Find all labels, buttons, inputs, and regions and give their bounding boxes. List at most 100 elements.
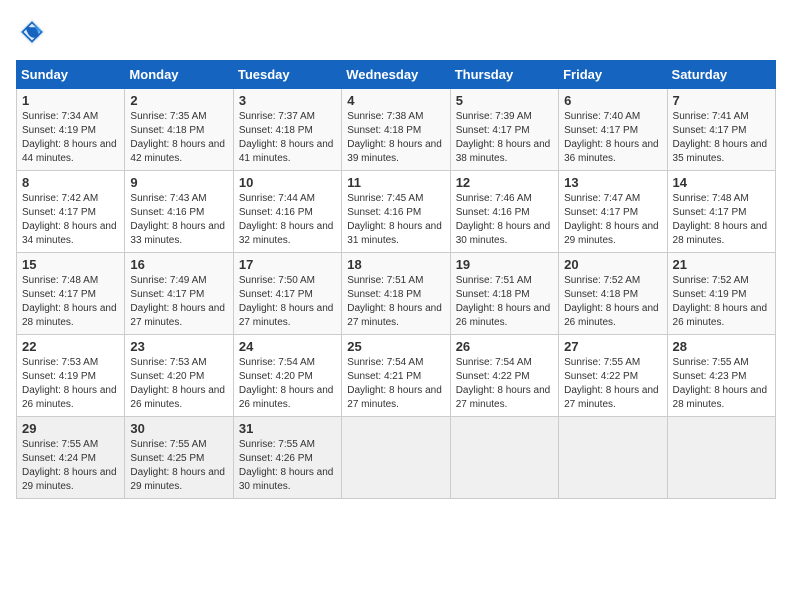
calendar-table: SundayMondayTuesdayWednesdayThursdayFrid… [16, 60, 776, 499]
calendar-cell: 19Sunrise: 7:51 AMSunset: 4:18 PMDayligh… [450, 253, 558, 335]
calendar-cell: 6 Sunrise: 7:40 AMSunset: 4:17 PMDaylight… [559, 89, 667, 171]
calendar-cell: 22 Sunrise: 7:53 AMSunset: 4:19 PMDayligh… [17, 335, 125, 417]
day-number: 16 [130, 257, 227, 272]
day-number: 29 [22, 421, 119, 436]
day-detail: Sunrise: 7:50 AMSunset: 4:17 PMDaylight:… [239, 274, 336, 330]
logo-icon [16, 16, 48, 48]
day-number: 26 [456, 339, 553, 354]
calendar-cell: 20 Sunrise: 7:52 AMSunset: 4:18 PMDayligh… [559, 253, 667, 335]
calendar-header-row: SundayMondayTuesdayWednesdayThursdayFrid… [17, 61, 776, 89]
day-detail: Sunrise: 7:39 AMSunset: 4:17 PMDaylight:… [456, 110, 553, 166]
calendar-cell: 7 Sunrise: 7:41 AMSunset: 4:17 PMDaylight… [667, 89, 775, 171]
calendar-cell: 5Sunrise: 7:39 AMSunset: 4:17 PMDaylight… [450, 89, 558, 171]
header-friday: Friday [559, 61, 667, 89]
calendar-cell: 23 Sunrise: 7:53 AMSunset: 4:20 PMDayligh… [125, 335, 233, 417]
calendar-cell: 16 Sunrise: 7:49 AMSunset: 4:17 PMDayligh… [125, 253, 233, 335]
day-number: 14 [673, 175, 770, 190]
day-number: 2 [130, 93, 227, 108]
week-row-3: 15Sunrise: 7:48 AMSunset: 4:17 PMDayligh… [17, 253, 776, 335]
day-number: 7 [673, 93, 770, 108]
day-detail: Sunrise: 7:41 AMSunset: 4:17 PMDaylight:… [673, 110, 770, 166]
day-number: 22 [22, 339, 119, 354]
header-tuesday: Tuesday [233, 61, 341, 89]
day-number: 1 [22, 93, 119, 108]
calendar-cell: 2 Sunrise: 7:35 AMSunset: 4:18 PMDaylight… [125, 89, 233, 171]
page-header [16, 16, 776, 48]
calendar-cell: 17 Sunrise: 7:50 AMSunset: 4:17 PMDayligh… [233, 253, 341, 335]
calendar-cell: 12Sunrise: 7:46 AMSunset: 4:16 PMDayligh… [450, 171, 558, 253]
day-number: 23 [130, 339, 227, 354]
week-row-5: 29 Sunrise: 7:55 AMSunset: 4:24 PMDayligh… [17, 417, 776, 499]
header-monday: Monday [125, 61, 233, 89]
day-detail: Sunrise: 7:48 AMSunset: 4:17 PMDaylight:… [673, 192, 770, 248]
calendar-cell: 18 Sunrise: 7:51 AMSunset: 4:18 PMDayligh… [342, 253, 450, 335]
header-saturday: Saturday [667, 61, 775, 89]
day-detail: Sunrise: 7:47 AMSunset: 4:17 PMDaylight:… [564, 192, 661, 248]
week-row-1: 1 Sunrise: 7:34 AMSunset: 4:19 PMDaylight… [17, 89, 776, 171]
calendar-cell: 27Sunrise: 7:55 AMSunset: 4:22 PMDayligh… [559, 335, 667, 417]
day-detail: Sunrise: 7:42 AMSunset: 4:17 PMDaylight:… [22, 192, 119, 248]
calendar-cell: 13 Sunrise: 7:47 AMSunset: 4:17 PMDayligh… [559, 171, 667, 253]
calendar-cell: 10 Sunrise: 7:44 AMSunset: 4:16 PMDayligh… [233, 171, 341, 253]
week-row-4: 22 Sunrise: 7:53 AMSunset: 4:19 PMDayligh… [17, 335, 776, 417]
day-detail: Sunrise: 7:55 AMSunset: 4:25 PMDaylight:… [130, 438, 227, 494]
day-detail: Sunrise: 7:54 AMSunset: 4:21 PMDaylight:… [347, 356, 444, 412]
calendar-cell: 8 Sunrise: 7:42 AMSunset: 4:17 PMDaylight… [17, 171, 125, 253]
day-detail: Sunrise: 7:35 AMSunset: 4:18 PMDaylight:… [130, 110, 227, 166]
header-thursday: Thursday [450, 61, 558, 89]
day-detail: Sunrise: 7:48 AMSunset: 4:17 PMDaylight:… [22, 274, 119, 330]
day-number: 19 [456, 257, 553, 272]
day-detail: Sunrise: 7:44 AMSunset: 4:16 PMDaylight:… [239, 192, 336, 248]
logo [16, 16, 52, 48]
day-detail: Sunrise: 7:49 AMSunset: 4:17 PMDaylight:… [130, 274, 227, 330]
calendar-cell: 21 Sunrise: 7:52 AMSunset: 4:19 PMDayligh… [667, 253, 775, 335]
calendar-cell: 9Sunrise: 7:43 AMSunset: 4:16 PMDaylight… [125, 171, 233, 253]
calendar-cell: 25 Sunrise: 7:54 AMSunset: 4:21 PMDayligh… [342, 335, 450, 417]
day-number: 13 [564, 175, 661, 190]
calendar-cell: 4 Sunrise: 7:38 AMSunset: 4:18 PMDaylight… [342, 89, 450, 171]
day-detail: Sunrise: 7:55 AMSunset: 4:24 PMDaylight:… [22, 438, 119, 494]
day-number: 25 [347, 339, 444, 354]
day-detail: Sunrise: 7:34 AMSunset: 4:19 PMDaylight:… [22, 110, 119, 166]
day-detail: Sunrise: 7:46 AMSunset: 4:16 PMDaylight:… [456, 192, 553, 248]
day-detail: Sunrise: 7:51 AMSunset: 4:18 PMDaylight:… [347, 274, 444, 330]
calendar-cell: 14 Sunrise: 7:48 AMSunset: 4:17 PMDayligh… [667, 171, 775, 253]
day-detail: Sunrise: 7:52 AMSunset: 4:18 PMDaylight:… [564, 274, 661, 330]
calendar-cell [667, 417, 775, 499]
day-number: 20 [564, 257, 661, 272]
calendar-cell: 1 Sunrise: 7:34 AMSunset: 4:19 PMDaylight… [17, 89, 125, 171]
day-number: 6 [564, 93, 661, 108]
day-detail: Sunrise: 7:53 AMSunset: 4:19 PMDaylight:… [22, 356, 119, 412]
day-detail: Sunrise: 7:37 AMSunset: 4:18 PMDaylight:… [239, 110, 336, 166]
day-number: 31 [239, 421, 336, 436]
day-detail: Sunrise: 7:40 AMSunset: 4:17 PMDaylight:… [564, 110, 661, 166]
day-number: 4 [347, 93, 444, 108]
calendar-cell: 28Sunrise: 7:55 AMSunset: 4:23 PMDayligh… [667, 335, 775, 417]
day-detail: Sunrise: 7:54 AMSunset: 4:20 PMDaylight:… [239, 356, 336, 412]
day-detail: Sunrise: 7:55 AMSunset: 4:23 PMDaylight:… [673, 356, 770, 412]
day-number: 17 [239, 257, 336, 272]
day-detail: Sunrise: 7:55 AMSunset: 4:22 PMDaylight:… [564, 356, 661, 412]
calendar-cell: 31Sunrise: 7:55 AMSunset: 4:26 PMDayligh… [233, 417, 341, 499]
calendar-cell: 24 Sunrise: 7:54 AMSunset: 4:20 PMDayligh… [233, 335, 341, 417]
day-number: 21 [673, 257, 770, 272]
calendar-cell [450, 417, 558, 499]
day-detail: Sunrise: 7:38 AMSunset: 4:18 PMDaylight:… [347, 110, 444, 166]
day-detail: Sunrise: 7:53 AMSunset: 4:20 PMDaylight:… [130, 356, 227, 412]
day-number: 11 [347, 175, 444, 190]
header-wednesday: Wednesday [342, 61, 450, 89]
day-detail: Sunrise: 7:52 AMSunset: 4:19 PMDaylight:… [673, 274, 770, 330]
day-number: 24 [239, 339, 336, 354]
day-number: 8 [22, 175, 119, 190]
day-number: 10 [239, 175, 336, 190]
calendar-cell: 30Sunrise: 7:55 AMSunset: 4:25 PMDayligh… [125, 417, 233, 499]
calendar-cell [342, 417, 450, 499]
calendar-cell [559, 417, 667, 499]
calendar-cell: 26 Sunrise: 7:54 AMSunset: 4:22 PMDayligh… [450, 335, 558, 417]
day-detail: Sunrise: 7:45 AMSunset: 4:16 PMDaylight:… [347, 192, 444, 248]
day-number: 9 [130, 175, 227, 190]
calendar-cell: 15Sunrise: 7:48 AMSunset: 4:17 PMDayligh… [17, 253, 125, 335]
day-number: 18 [347, 257, 444, 272]
week-row-2: 8 Sunrise: 7:42 AMSunset: 4:17 PMDaylight… [17, 171, 776, 253]
day-detail: Sunrise: 7:54 AMSunset: 4:22 PMDaylight:… [456, 356, 553, 412]
